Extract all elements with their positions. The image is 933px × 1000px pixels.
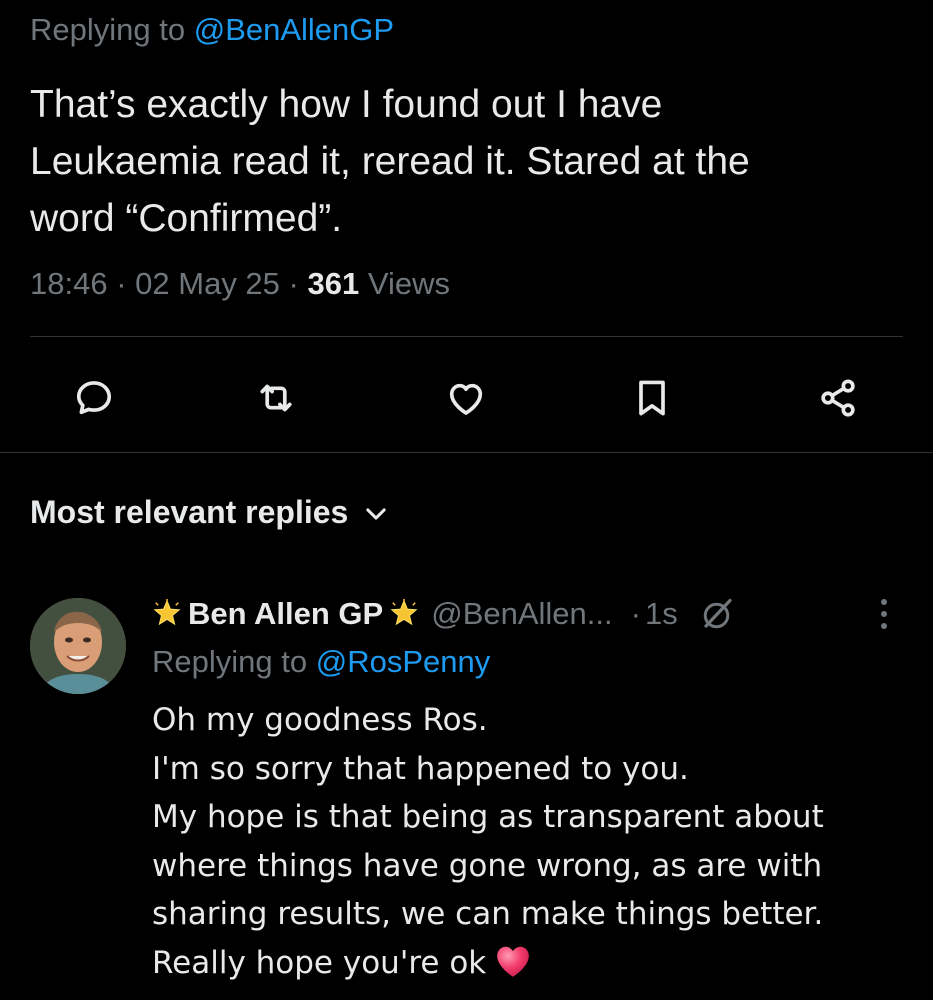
glowing-star-icon xyxy=(390,599,418,626)
replying-to-prefix: Replying to xyxy=(30,12,186,47)
tweet-text-line: Leukaemia read it, reread it. Stared at … xyxy=(30,140,750,183)
bookmark-icon xyxy=(639,380,665,416)
avatar-photo xyxy=(30,598,126,694)
reply-text-line: where things have gone wrong, as are wit… xyxy=(152,847,823,884)
share-button[interactable] xyxy=(808,368,868,428)
meta-separator: · xyxy=(116,266,127,301)
replies-sort-label: Most relevant replies xyxy=(30,494,349,530)
glowing-star-icon xyxy=(153,599,181,626)
heart-icon xyxy=(449,383,483,415)
retweet-icon xyxy=(260,384,292,412)
divider xyxy=(0,452,933,453)
tweet-text: That’s exactly how I found out I have Le… xyxy=(30,76,910,247)
reply-text-last-line: Really hope you're ok xyxy=(152,939,912,988)
tweet-text-line: word “Confirmed”. xyxy=(30,197,343,240)
replying-to-handle-link[interactable]: @BenAllenGP xyxy=(194,12,394,47)
reply-author-handle[interactable]: @BenAllen... xyxy=(431,596,612,632)
retweet-button[interactable] xyxy=(246,368,306,428)
replies-sort-dropdown[interactable]: Most relevant replies xyxy=(30,490,390,534)
like-button[interactable] xyxy=(436,368,496,428)
tweet-text-line: That’s exactly how I found out I have xyxy=(30,83,663,126)
replying-to-prefix: Replying to xyxy=(152,644,308,679)
heart-emoji-icon xyxy=(497,946,530,977)
reply-text: Oh my goodness Ros. I'm so sorry that ha… xyxy=(152,696,912,987)
tweet-meta: 18:46 · 02 May 25 · 361 Views xyxy=(30,264,450,304)
reply-separator: · xyxy=(630,596,641,631)
replying-to-handle-link[interactable]: @RosPenny xyxy=(316,644,491,679)
chevron-down-icon xyxy=(366,508,387,520)
tweet-actions-bar xyxy=(0,368,933,428)
replying-to-line: Replying to @BenAllenGP xyxy=(30,10,394,50)
grok-icon[interactable] xyxy=(700,596,736,632)
reply-text-line: I'm so sorry that happened to you. xyxy=(152,750,689,787)
reply-text-line: sharing results, we can make things bett… xyxy=(152,896,824,932)
reply-text-line: Really hope you're ok xyxy=(152,944,487,981)
tweet-date[interactable]: 02 May 25 xyxy=(135,266,280,301)
more-options-icon[interactable] xyxy=(872,596,896,632)
reply-replying-to-line: Replying to @RosPenny xyxy=(152,642,490,682)
reply-icon xyxy=(76,381,112,415)
views-label[interactable]: Views xyxy=(368,266,450,301)
reply-time[interactable]: 1s xyxy=(645,596,678,632)
reply-header: Ben Allen GP @BenAllen... · 1s xyxy=(152,592,736,636)
avatar[interactable] xyxy=(30,598,126,694)
meta-separator: · xyxy=(288,266,299,301)
tweet-time[interactable]: 18:46 xyxy=(30,266,108,301)
reply-text-line: Oh my goodness Ros. xyxy=(152,702,488,738)
reply-button[interactable] xyxy=(64,368,124,428)
reply-text-line: My hope is that being as transparent abo… xyxy=(152,799,824,835)
views-count[interactable]: 361 xyxy=(308,266,360,301)
tweet-detail-page: Replying to @BenAllenGP That’s exactly h… xyxy=(0,0,933,1000)
share-icon xyxy=(821,379,855,417)
divider xyxy=(30,336,903,337)
bookmark-button[interactable] xyxy=(622,368,682,428)
reply-author-name[interactable]: Ben Allen GP xyxy=(188,596,383,632)
